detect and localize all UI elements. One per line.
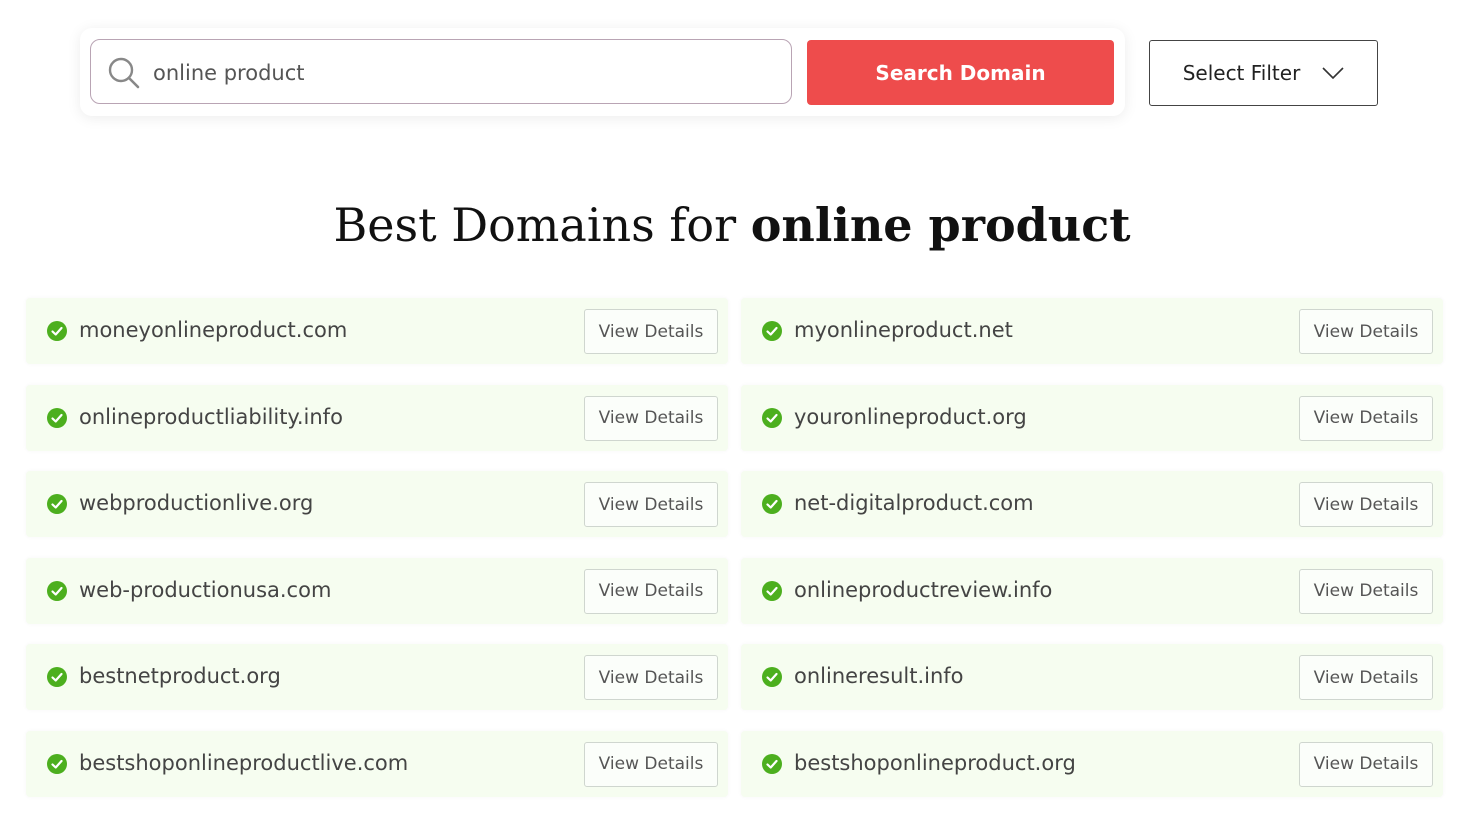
view-details-button[interactable]: View Details (1299, 395, 1433, 441)
domain-result-row: onlineproductreview.info View Details (741, 557, 1443, 624)
domain-result-row: bestshoponlineproduct.org View Details (741, 730, 1443, 797)
check-circle-icon (762, 753, 782, 774)
domain-name: bestshoponlineproductlive.com (79, 750, 409, 775)
domain-name: webproductionlive.org (79, 491, 314, 515)
check-circle-icon (47, 580, 67, 601)
domain-name: web-productionusa.com (79, 577, 332, 602)
check-circle-icon (47, 321, 67, 341)
domain-result-row: youronlineproduct.org View Details (741, 384, 1443, 451)
view-details-button[interactable]: View Details (1299, 482, 1433, 527)
domain-result-row: onlineproductliability.info View Details (26, 384, 728, 451)
domain-name: onlineproductreview.info (794, 577, 1053, 602)
select-filter-label: Select Filter (1182, 61, 1301, 85)
check-circle-icon (762, 667, 782, 687)
domain-name: bestshoponlineproduct.org (794, 750, 1076, 775)
domain-name: youronlineproduct.org (794, 404, 1027, 429)
domain-result-row: moneyonlineproduct.com View Details (26, 298, 728, 364)
domain-name: bestnetproduct.org (79, 664, 281, 688)
domain-result-row: net-digitalproduct.com View Details (741, 471, 1443, 537)
chevron-down-icon (1322, 67, 1344, 79)
domain-result-row: myonlineproduct.net View Details (741, 298, 1443, 364)
domain-name: net-digitalproduct.com (794, 491, 1034, 515)
page-title-query: online product (750, 198, 1131, 252)
check-circle-icon (47, 407, 67, 428)
view-details-button[interactable]: View Details (1299, 568, 1433, 614)
view-details-button[interactable]: View Details (584, 568, 718, 614)
domain-result-row: bestnetproduct.org View Details (26, 644, 728, 710)
view-details-button[interactable]: View Details (584, 395, 718, 441)
search-input[interactable] (151, 52, 775, 94)
check-circle-icon (47, 494, 67, 514)
domain-result-row: web-productionusa.com View Details (26, 557, 728, 624)
search-icon (108, 57, 140, 89)
view-details-button[interactable]: View Details (584, 655, 718, 700)
search-domain-button[interactable]: Search Domain (807, 40, 1114, 105)
view-details-button[interactable]: View Details (584, 309, 718, 354)
view-details-button[interactable]: View Details (584, 482, 718, 527)
domain-result-row: webproductionlive.org View Details (26, 471, 728, 537)
view-details-button[interactable]: View Details (584, 741, 718, 787)
domain-name: myonlineproduct.net (794, 318, 1013, 342)
domain-name: moneyonlineproduct.com (79, 318, 348, 342)
view-details-button[interactable]: View Details (1299, 655, 1433, 700)
view-details-button[interactable]: View Details (1299, 309, 1433, 354)
check-circle-icon (762, 580, 782, 601)
check-circle-icon (762, 321, 782, 341)
check-circle-icon (762, 407, 782, 428)
search-box[interactable] (90, 39, 792, 104)
domain-name: onlineproductliability.info (79, 404, 343, 429)
domain-result-row: bestshoponlineproductlive.com View Detail… (26, 730, 728, 797)
select-filter-dropdown[interactable]: Select Filter (1149, 40, 1378, 106)
domain-name: onlineresult.info (794, 664, 964, 688)
check-circle-icon (47, 753, 67, 774)
check-circle-icon (762, 494, 782, 514)
search-card: Search Domain (80, 28, 1125, 116)
page-title: Best Domains for online product (0, 198, 1464, 252)
view-details-button[interactable]: View Details (1299, 741, 1433, 787)
page-title-prefix: Best Domains for (333, 198, 751, 252)
domain-result-row: onlineresult.info View Details (741, 644, 1443, 710)
check-circle-icon (47, 667, 67, 687)
